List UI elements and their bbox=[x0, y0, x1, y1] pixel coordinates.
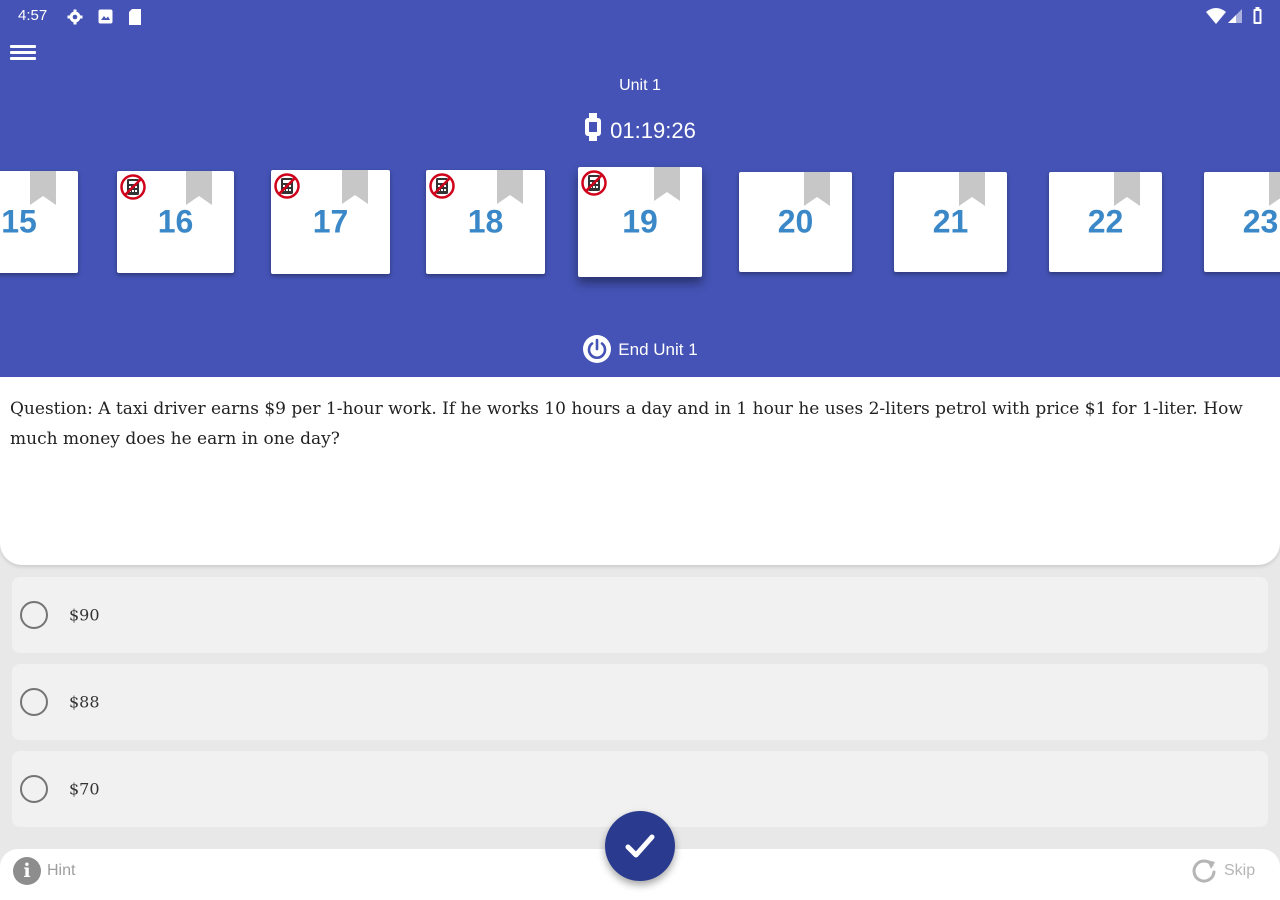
question-card-number: 21 bbox=[932, 203, 969, 240]
question-card-number: 15 bbox=[1, 203, 37, 240]
question-card[interactable]: 23 bbox=[1204, 172, 1280, 272]
power-icon bbox=[583, 335, 612, 363]
bookmark-icon[interactable] bbox=[30, 171, 56, 205]
end-unit-label: End Unit 1 bbox=[618, 340, 698, 359]
submit-answer-button[interactable] bbox=[605, 811, 675, 881]
question-card[interactable]: 16 bbox=[117, 171, 234, 273]
radio-button[interactable] bbox=[20, 688, 48, 716]
status-bar: 4:57 bbox=[0, 0, 1280, 32]
question-card-number: 17 bbox=[312, 203, 349, 240]
question-card-number: 22 bbox=[1087, 203, 1124, 240]
hint-label: Hint bbox=[47, 862, 76, 880]
bookmark-icon[interactable] bbox=[342, 170, 368, 204]
question-card[interactable]: 15 bbox=[0, 171, 78, 273]
no-calculator-icon bbox=[120, 174, 146, 200]
timer: 01:19:26 bbox=[0, 113, 1280, 144]
answer-option-label: $90 bbox=[69, 605, 100, 625]
stopwatch-icon bbox=[585, 113, 602, 141]
unit-title: Unit 1 bbox=[619, 77, 661, 94]
answer-option-label: $70 bbox=[69, 779, 100, 799]
hamburger-menu-icon[interactable] bbox=[10, 42, 36, 64]
question-card[interactable]: 20 bbox=[739, 172, 852, 272]
question-card[interactable]: 19 bbox=[578, 167, 702, 277]
bookmark-icon[interactable] bbox=[1114, 172, 1140, 206]
question-card-number: 18 bbox=[467, 203, 504, 240]
radio-button[interactable] bbox=[20, 775, 48, 803]
question-card-number: 23 bbox=[1242, 203, 1279, 240]
answer-option[interactable]: $88 bbox=[12, 664, 1268, 740]
answer-option[interactable]: $90 bbox=[12, 577, 1268, 653]
question-card[interactable]: 21 bbox=[894, 172, 1007, 272]
status-time: 4:57 bbox=[18, 7, 48, 24]
bookmark-icon[interactable] bbox=[1269, 172, 1280, 206]
bookmark-icon[interactable] bbox=[804, 172, 830, 206]
no-calculator-icon bbox=[274, 173, 300, 199]
bookmark-icon[interactable] bbox=[186, 171, 212, 205]
hint-button[interactable]: i Hint bbox=[13, 857, 75, 885]
question-card-number: 16 bbox=[157, 203, 194, 240]
question-text: Question: A taxi driver earns $9 per 1-h… bbox=[10, 399, 1243, 449]
sd-card-icon bbox=[128, 9, 142, 30]
header: 4:57 Unit 1 01:19:26 15 16 17 18 19 20 21 22 23 … bbox=[0, 0, 1280, 377]
bookmark-icon[interactable] bbox=[654, 167, 680, 201]
no-calculator-icon bbox=[429, 173, 455, 199]
skip-button[interactable]: Skip bbox=[1190, 857, 1255, 885]
battery-icon bbox=[1253, 7, 1262, 29]
info-icon: i bbox=[13, 857, 41, 885]
answer-option-label: $88 bbox=[69, 692, 100, 712]
timer-value: 01:19:26 bbox=[610, 118, 696, 143]
bookmark-icon[interactable] bbox=[497, 170, 523, 204]
radio-button[interactable] bbox=[20, 601, 48, 629]
skip-label: Skip bbox=[1224, 862, 1256, 880]
question-card[interactable]: 17 bbox=[271, 170, 390, 274]
question-card[interactable]: 18 bbox=[426, 170, 545, 274]
wifi-icon bbox=[1206, 8, 1226, 29]
checkmark-icon bbox=[625, 834, 655, 858]
no-calculator-icon bbox=[581, 170, 607, 196]
question-card-number: 20 bbox=[777, 203, 814, 240]
image-icon bbox=[98, 9, 113, 29]
bookmark-icon[interactable] bbox=[959, 172, 985, 206]
end-unit-button[interactable]: End Unit 1 bbox=[0, 334, 1280, 364]
question-card[interactable]: 22 bbox=[1049, 172, 1162, 272]
signal-icon bbox=[1228, 9, 1242, 28]
settings-icon bbox=[67, 9, 83, 30]
question-panel: Question: A taxi driver earns $9 per 1-h… bbox=[0, 377, 1280, 565]
question-card-number: 19 bbox=[622, 203, 658, 240]
skip-icon bbox=[1192, 859, 1216, 883]
